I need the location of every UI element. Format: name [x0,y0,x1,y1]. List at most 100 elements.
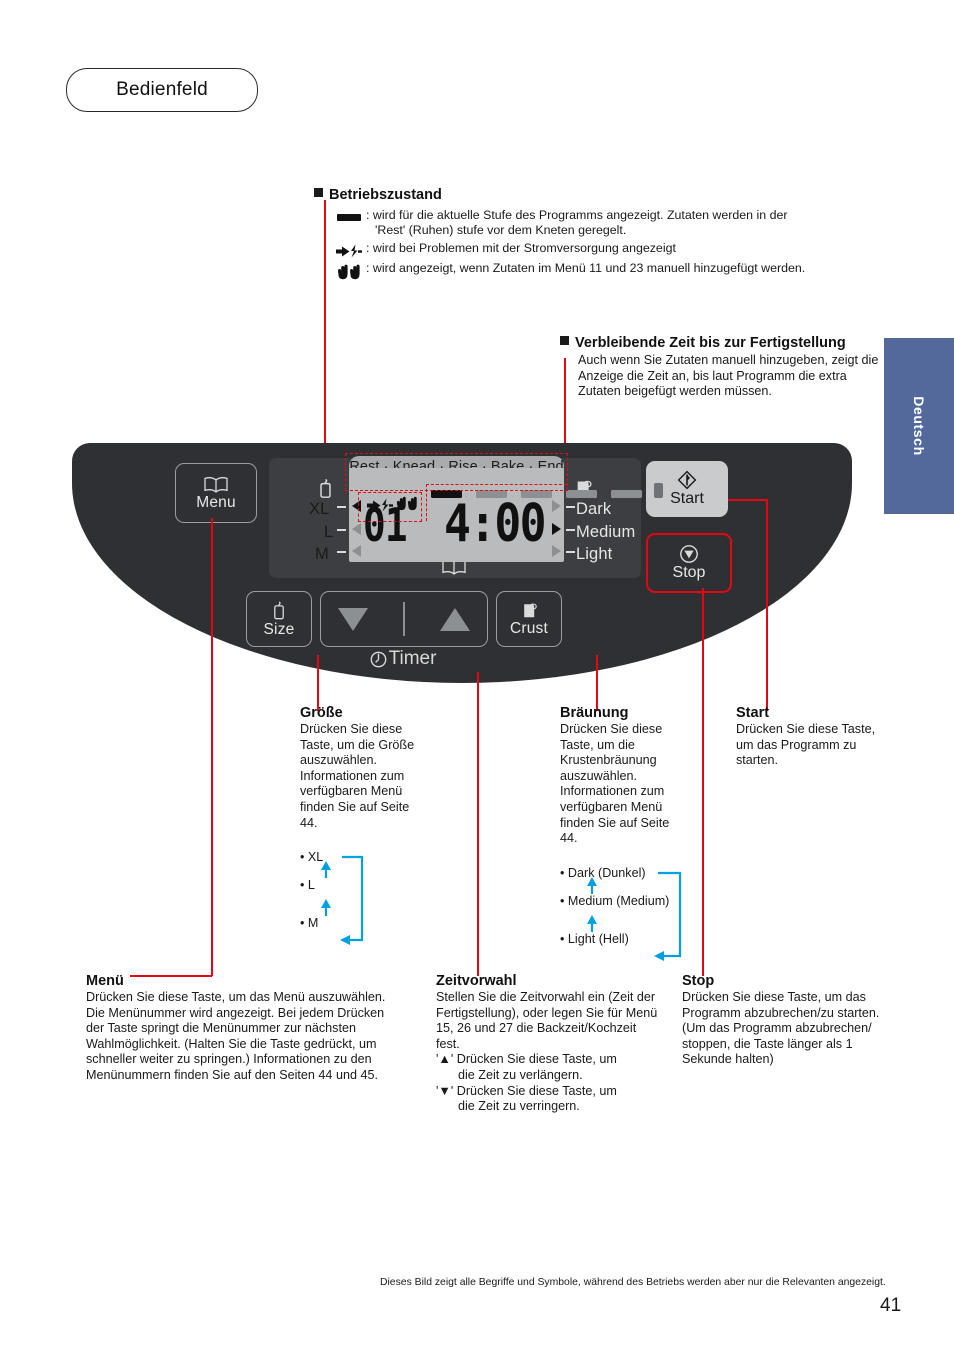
lcd-dash-dark [566,506,575,508]
lcd-display: Rest · Knead · Rise · Bake · End 01 4:00… [269,453,642,578]
braeunung-cycle-diagram: • Dark (Dunkel) • Medium (Medium) • Ligh… [560,866,710,961]
language-tab-label: Deutsch [911,396,927,456]
leader-line-start-h [728,499,768,501]
operating-state-row-text: : wird für die aktuelle Stufe des Progra… [366,208,788,222]
remaining-time-heading: Verbleibende Zeit bis zur Fertigstellung [560,335,880,351]
timer-down-button[interactable] [338,607,369,631]
language-tab-deutsch: Deutsch [884,338,954,514]
lcd-size-pointer-m [352,545,361,557]
lcd-dash-light [566,551,575,553]
leader-line-size [317,655,319,711]
timer-divider [403,602,405,636]
menue-callout: Menü Drücken Sie diese Taste, um das Men… [86,973,386,1084]
book-icon [204,476,228,493]
lcd-dash-medium [566,529,575,531]
groesse-callout: Größe Drücken Sie diese Taste, um die Gr… [300,705,430,831]
start-led-indicator [654,483,663,498]
lcd-label-xl: XL [309,500,330,518]
operating-state-row: : wird bei Problemen mit der Stromversor… [332,241,874,259]
lcd-dash-xl [337,506,346,508]
lcd-crust-pointer-light [552,545,561,557]
stop-heading: Stop [682,973,715,989]
braeunung-heading: Bräunung [560,705,629,721]
page-number: 41 [880,1295,902,1316]
lcd-dash-l [337,529,346,531]
leader-line-operating-state [324,200,326,480]
lcd-segment [611,489,642,498]
clock-icon [370,651,386,667]
loaf-icon [274,601,284,619]
operating-state-row-text: : wird bei Problemen mit der Stromversor… [366,240,676,255]
groesse-cycle-arrows [321,855,364,945]
size-button-label: Size [263,620,295,638]
braeunung-cycle-arrows [587,871,682,961]
operating-state-heading: Betriebszustand [314,187,874,203]
zeitvorwahl-up-line2: die Zeit zu verlängern. [458,1067,583,1082]
remaining-time-callout: Verbleibende Zeit bis zur Fertigstellung… [560,335,880,400]
power-plug-icon [332,241,366,259]
hands-icon [332,261,366,282]
zeitvorwahl-up-line1: '▲' Drücken Sie diese Taste, um [436,1052,617,1067]
operating-state-row-text: : wird angezeigt, wenn Zutaten im Menü 1… [366,260,806,275]
leader-line-crust [596,655,598,711]
start-body: Drücken Sie diese Taste, um das Programm… [736,722,876,768]
menue-heading: Menü [86,973,124,989]
zeitvorwahl-down-line2: die Zeit zu verringern. [458,1099,580,1114]
stop-button-label: Stop [672,564,706,581]
start-button[interactable]: Start [646,461,728,517]
lcd-size-pointer-l [352,523,361,535]
menu-button-label: Menu [196,493,236,511]
zeitvorwahl-heading: Zeitvorwahl [436,973,517,989]
operating-state-row-text2: 'Rest' (Ruhen) stufe vor dem Kneten gere… [375,223,627,238]
lcd-segment [566,489,597,498]
groesse-cycle-diagram: • XL • L • M [300,850,420,945]
lcd-label-l: L [324,523,334,541]
bread-slice-icon [523,603,537,618]
bar-icon [332,208,366,221]
crust-button[interactable]: Crust [496,591,562,647]
stop-callout: Stop Drücken Sie diese Taste, um das Pro… [682,973,892,1068]
remaining-time-body: Auch wenn Sie Zutaten manuell hinzugeben… [578,353,879,399]
start-diamond-icon [677,470,697,490]
groesse-heading: Größe [300,705,343,721]
lcd-loaf-icon [320,479,331,498]
operating-state-callout: Betriebszustand : wird für die aktuelle … [314,187,874,284]
size-button[interactable]: Size [246,591,312,647]
lcd-label-light: Light [576,545,613,563]
leader-line-start [766,499,768,711]
timer-label-group: Timer [320,648,486,670]
start-heading: Start [736,705,770,721]
page-title-pill: Bedienfeld [66,68,258,112]
start-button-label: Start [670,490,704,507]
braeunung-callout: Bräunung Drücken Sie diese Taste, um die… [560,705,690,847]
bullet-square-icon [560,336,569,345]
lcd-highlight-time [426,484,567,521]
operating-state-row: : wird angezeigt, wenn Zutaten im Menü 1… [332,261,874,282]
menue-body: Drücken Sie diese Taste, um das Menü aus… [86,990,386,1082]
leader-line-timer [477,672,479,976]
lcd-label-dark: Dark [576,500,612,518]
lcd-crust-pointer-medium [552,523,561,535]
menu-button[interactable]: Menu [175,463,257,523]
bullet-square-icon [314,188,323,197]
control-panel-illustration: Menu Size Timer Crust Start Stop Rest · … [72,443,852,683]
zeitvorwahl-body: Stellen Sie die Zeitvorwahl ein (Zeit de… [436,990,658,1051]
crust-button-label: Crust [509,620,549,637]
lcd-label-m: M [315,545,329,563]
lcd-highlight-status-icons [358,492,422,522]
footer-note: Dieses Bild zeigt alle Begriffe und Symb… [380,1277,886,1288]
stop-button[interactable]: Stop [646,533,732,593]
timer-button-group[interactable] [320,591,488,647]
groesse-body: Drücken Sie diese Taste, um die Größe au… [300,722,415,830]
lcd-label-medium: Medium [576,523,636,541]
operating-state-row: : wird für die aktuelle Stufe des Progra… [332,208,874,239]
timer-up-button[interactable] [439,607,470,631]
zeitvorwahl-down-line1: '▼' Drücken Sie diese Taste, um [436,1083,617,1098]
zeitvorwahl-callout: Zeitvorwahl Stellen Sie die Zeitvorwahl … [436,973,662,1115]
stop-body: Drücken Sie diese Taste, um das Programm… [682,990,880,1067]
stop-circle-icon [680,545,698,563]
leader-line-menu [211,518,213,976]
page-title: Bedienfeld [116,79,208,100]
braeunung-body: Drücken Sie diese Taste, um die Krustenb… [560,722,670,846]
lcd-dash-m [337,551,346,553]
